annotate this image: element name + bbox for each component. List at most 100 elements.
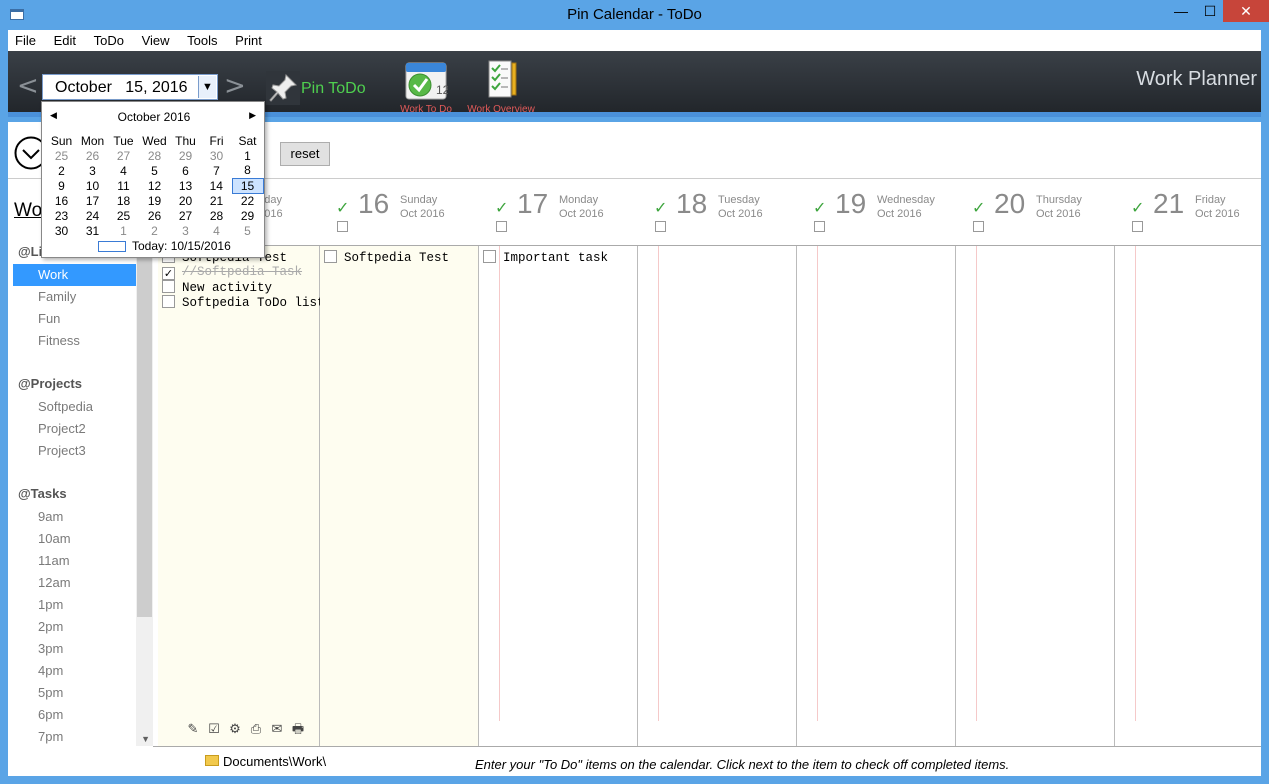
- calendar-day[interactable]: 11: [108, 178, 139, 193]
- calendar-day[interactable]: 25: [46, 148, 77, 163]
- calendar-day[interactable]: 6: [170, 163, 201, 178]
- check-icon[interactable]: ✓: [1131, 201, 1147, 217]
- calendar-day[interactable]: 9: [46, 178, 77, 193]
- calendar-day[interactable]: 23: [46, 208, 77, 223]
- work-overview-button[interactable]: Work Overview: [466, 59, 536, 115]
- sidebar-item-1pm[interactable]: 1pm: [13, 594, 136, 616]
- month-label[interactable]: October 2016: [42, 110, 266, 124]
- calendar-day[interactable]: 26: [139, 208, 170, 223]
- calendar-day[interactable]: 19: [139, 193, 170, 208]
- task-item[interactable]: Important task: [483, 250, 608, 265]
- printer-icon[interactable]: 🖶: [289, 720, 307, 736]
- day-checkbox[interactable]: [337, 221, 348, 232]
- calendar-day[interactable]: 5: [139, 163, 170, 178]
- calendar-day-selected[interactable]: 15: [231, 177, 264, 194]
- calendar-day[interactable]: 26: [77, 148, 108, 163]
- calendar-day[interactable]: 31: [77, 223, 108, 238]
- day-checkbox[interactable]: [1132, 221, 1143, 232]
- sidebar-item-7pm[interactable]: 7pm: [13, 726, 136, 748]
- sidebar-item-3pm[interactable]: 3pm: [13, 638, 136, 660]
- next-date-button[interactable]: >: [224, 71, 246, 101]
- sidebar-item-5pm[interactable]: 5pm: [13, 682, 136, 704]
- calendar-day[interactable]: 4: [108, 163, 139, 178]
- calendar-day[interactable]: 3: [170, 223, 201, 238]
- tools-icon[interactable]: ✎: [184, 721, 202, 737]
- date-picker-field[interactable]: October 15, 2016 ▼: [42, 74, 218, 100]
- task-item[interactable]: New activity: [162, 280, 272, 295]
- pin-todo-button[interactable]: Pin ToDo: [266, 71, 376, 107]
- calendar-day[interactable]: 27: [108, 148, 139, 163]
- sidebar-item-softpedia[interactable]: Softpedia: [13, 396, 136, 418]
- menu-tools[interactable]: Tools: [180, 30, 224, 48]
- mail-icon[interactable]: ✉: [268, 721, 286, 737]
- day-column[interactable]: [638, 246, 797, 746]
- calendar-day[interactable]: 13: [170, 178, 201, 193]
- calendar-day[interactable]: 22: [232, 193, 263, 208]
- calendar-day[interactable]: 3: [77, 163, 108, 178]
- sidebar-item-fun[interactable]: Fun: [13, 308, 136, 330]
- calendar-day[interactable]: 1: [232, 148, 263, 163]
- calendar-day[interactable]: 24: [77, 208, 108, 223]
- task-item[interactable]: ✓//Softpedia Task: [162, 265, 302, 280]
- calendar-day[interactable]: 21: [201, 193, 232, 208]
- calendar-day[interactable]: 5: [232, 223, 263, 238]
- menu-file[interactable]: File: [8, 30, 43, 48]
- sidebar-item-family[interactable]: Family: [13, 286, 136, 308]
- day-column[interactable]: Softpedia Test ✓//Softpedia Task New act…: [158, 246, 325, 746]
- menu-edit[interactable]: Edit: [47, 30, 83, 48]
- minimize-button[interactable]: —: [1166, 0, 1196, 22]
- calendar-day[interactable]: 25: [108, 208, 139, 223]
- menu-view[interactable]: View: [135, 30, 177, 48]
- task-checkbox[interactable]: [324, 250, 337, 263]
- sidebar-item-10am[interactable]: 10am: [13, 528, 136, 550]
- sidebar-item-4pm[interactable]: 4pm: [13, 660, 136, 682]
- work-todo-button[interactable]: 12 Work To Do: [398, 59, 454, 115]
- check-icon[interactable]: ✓: [972, 201, 988, 217]
- calendar-day[interactable]: 30: [46, 223, 77, 238]
- calendar-day[interactable]: 27: [170, 208, 201, 223]
- day-column[interactable]: [1115, 246, 1261, 746]
- chevron-down-icon[interactable]: ▼: [198, 76, 216, 98]
- sidebar-item-6pm[interactable]: 6pm: [13, 704, 136, 726]
- calendar-day[interactable]: 29: [170, 148, 201, 163]
- close-button[interactable]: ✕: [1223, 0, 1269, 22]
- check-icon[interactable]: ✓: [813, 201, 829, 217]
- day-column[interactable]: Important task: [479, 246, 638, 746]
- calendar-day[interactable]: 12: [139, 178, 170, 193]
- calendar-day[interactable]: 10: [77, 178, 108, 193]
- task-item[interactable]: Softpedia Test: [324, 250, 449, 265]
- sidebar-item-work[interactable]: Work: [13, 264, 136, 286]
- check-icon[interactable]: ✓: [495, 201, 511, 217]
- sidebar-item-9am[interactable]: 9am: [13, 506, 136, 528]
- calendar-day[interactable]: 17: [77, 193, 108, 208]
- scroll-down-icon[interactable]: ▼: [141, 734, 150, 744]
- gear-icon[interactable]: ⚙: [226, 721, 244, 737]
- calendar-day[interactable]: 28: [201, 208, 232, 223]
- calendar-day[interactable]: 2: [139, 223, 170, 238]
- check-edit-icon[interactable]: ☑: [205, 721, 223, 737]
- sidebar-scrollbar[interactable]: ▼: [136, 180, 153, 746]
- calendar-day[interactable]: 29: [232, 208, 263, 223]
- calendar-day[interactable]: 1: [108, 223, 139, 238]
- calendar-day[interactable]: 8: [232, 163, 263, 178]
- day-checkbox[interactable]: [814, 221, 825, 232]
- day-checkbox[interactable]: [655, 221, 666, 232]
- check-icon[interactable]: ✓: [336, 201, 352, 217]
- next-month-icon[interactable]: ▶: [249, 110, 256, 121]
- calendar-day[interactable]: 20: [170, 193, 201, 208]
- maximize-button[interactable]: ☐: [1195, 0, 1225, 22]
- sidebar-item-project2[interactable]: Project2: [13, 418, 136, 440]
- calendar-day[interactable]: 18: [108, 193, 139, 208]
- day-column[interactable]: [797, 246, 956, 746]
- sidebar-item-project3[interactable]: Project3: [13, 440, 136, 462]
- prev-date-button[interactable]: <: [17, 71, 39, 101]
- calendar-day[interactable]: 7: [201, 163, 232, 178]
- menu-todo[interactable]: ToDo: [87, 30, 131, 48]
- sidebar-item-fitness[interactable]: Fitness: [13, 330, 136, 352]
- sidebar-item-11am[interactable]: 11am: [13, 550, 136, 572]
- calendar-day[interactable]: 4: [201, 223, 232, 238]
- day-checkbox[interactable]: [496, 221, 507, 232]
- calendar-day[interactable]: 28: [139, 148, 170, 163]
- sidebar-item-12am[interactable]: 12am: [13, 572, 136, 594]
- today-link[interactable]: Today: 10/15/2016: [132, 239, 231, 253]
